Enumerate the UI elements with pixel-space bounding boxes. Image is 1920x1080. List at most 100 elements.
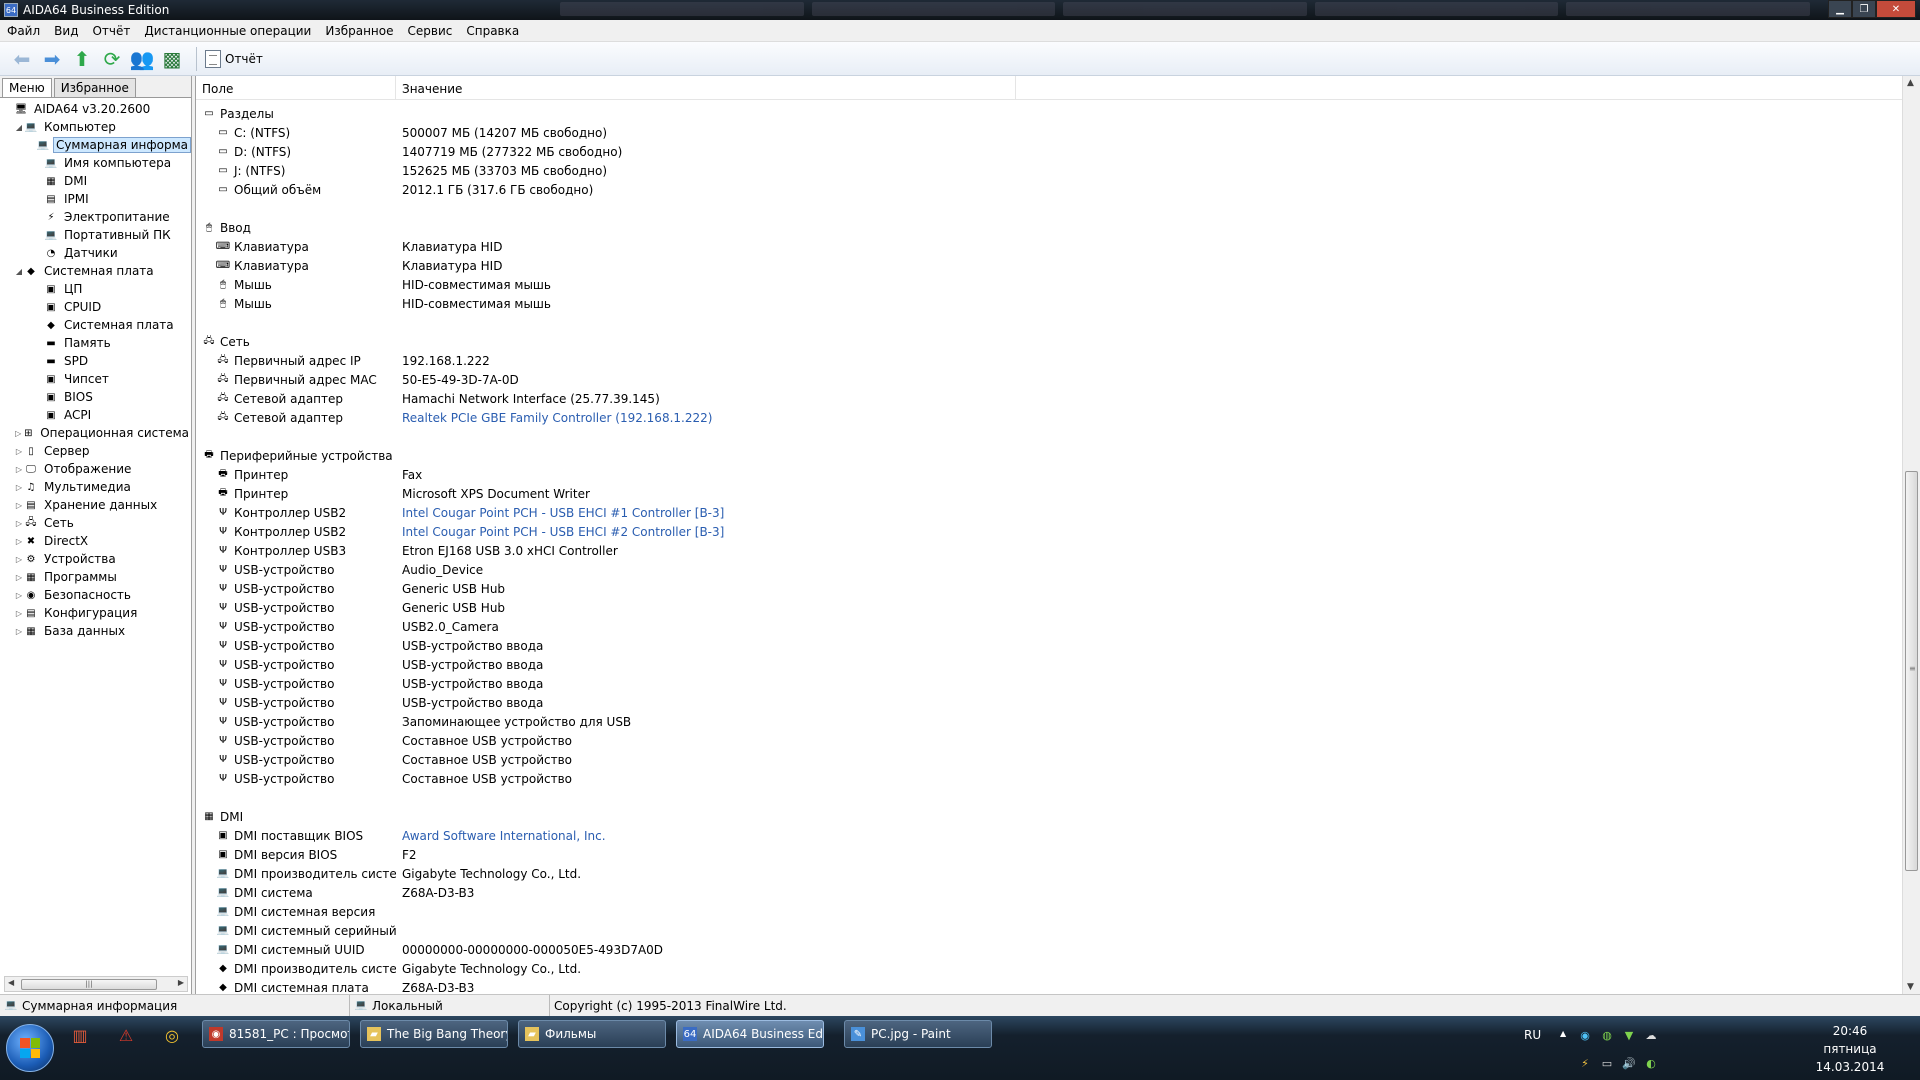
table-row[interactable]: 💻 DMI системный UUID 00000000-00000000-000… [196,940,1902,959]
tree-item[interactable]: ▷ ◉ Безопасность [4,586,191,604]
menu-item[interactable]: Дистанционные операции [137,24,318,38]
power-tray-icon[interactable]: ⚡ [1578,1056,1592,1070]
taskbar-button[interactable]: ▰ The Big Bang Theory... [360,1020,508,1048]
acrobat-icon[interactable]: ⚠ [104,1022,148,1048]
table-row[interactable]: ▭ C: (NTFS) 500007 МБ (14207 МБ свободно) [196,123,1902,142]
table-row[interactable]: 💻 DMI производитель системы Gigabyte Techn… [196,864,1902,883]
volume-icon[interactable]: 🔊 [1622,1056,1636,1070]
menu-item[interactable]: Файл [0,24,47,38]
utorrent-tray-icon[interactable]: ◍ [1600,1028,1614,1042]
tree-item[interactable]: 🖥 AIDA64 v3.20.2600 [4,100,191,118]
table-row[interactable]: 🖶 Принтер Fax [196,465,1902,484]
tree-item[interactable]: ▷ ▦ База данных [4,622,191,640]
table-row[interactable]: ▭ Общий объём 2012.1 ГБ (317.6 ГБ свободно… [196,180,1902,199]
table-row[interactable]: 💻 DMI системная версия [196,902,1902,921]
table-row[interactable]: 🖱 Мышь HID-совместимая мышь [196,294,1902,313]
minimize-button[interactable]: ▁ [1828,0,1852,18]
scroll-down-icon[interactable]: ▼ [1907,982,1914,992]
tab-menu[interactable]: Меню [2,78,52,97]
tree-item[interactable]: ▬ SPD [4,352,191,370]
expand-arrow-icon[interactable]: ◢ [14,123,24,132]
table-row[interactable]: Ψ USB-устройство Generic USB Hub [196,598,1902,617]
taskbar-button[interactable]: ◉ 81581_PC : Просмот... [202,1020,350,1048]
monitor-icon[interactable]: ▩ [158,45,186,73]
security-tray-icon[interactable]: ◐ [1644,1056,1658,1070]
chrome-icon[interactable]: ◎ [150,1022,194,1048]
close-button[interactable]: ✕ [1876,0,1916,18]
table-row[interactable]: Ψ USB-устройство USB-устройство ввода [196,655,1902,674]
table-row[interactable]: ⌨ Клавиатура Клавиатура HID [196,256,1902,275]
back-arrow-icon[interactable]: ⬅ [8,45,36,73]
table-row[interactable]: Ψ USB-устройство Составное USB устройство [196,731,1902,750]
menu-item[interactable]: Сервис [401,24,460,38]
menu-item[interactable]: Отчёт [85,24,137,38]
table-row[interactable]: Ψ USB-устройство USB-устройство ввода [196,674,1902,693]
maximize-button[interactable]: ❐ [1852,0,1876,18]
expand-arrow-icon[interactable]: ▷ [14,555,24,564]
tree-item[interactable]: ◔ Датчики [4,244,191,262]
taskbar-button[interactable]: ▰ Фильмы [518,1020,666,1048]
users-icon[interactable]: 👥 [128,45,156,73]
tree-item[interactable]: 💻 Портативный ПК [4,226,191,244]
column-value[interactable]: Значение [396,76,1016,99]
table-row[interactable]: Ψ USB-устройство USB-устройство ввода [196,636,1902,655]
table-row[interactable]: Ψ USB-устройство Generic USB Hub [196,579,1902,598]
tree-item[interactable]: ▬ Память [4,334,191,352]
table-row[interactable]: Ψ USB-устройство USB2.0_Camera [196,617,1902,636]
tree-item[interactable]: ▷ 🖧 Сеть [4,514,191,532]
taskbar-button[interactable]: ✎ PC.jpg - Paint [844,1020,992,1048]
expand-arrow-icon[interactable]: ▷ [14,573,24,582]
scroll-up-icon[interactable]: ▲ [1907,78,1914,88]
table-row[interactable]: ▣ DMI версия BIOS F2 [196,845,1902,864]
table-row[interactable]: Ψ USB-устройство Составное USB устройство [196,769,1902,788]
expand-arrow-icon[interactable]: ▷ [14,519,24,528]
tree-item[interactable]: ◢ ◆ Системная плата [4,262,191,280]
tree-item[interactable]: ◆ Системная плата [4,316,191,334]
scroll-thumb[interactable]: ||| [21,979,157,990]
menu-item[interactable]: Справка [459,24,526,38]
table-row[interactable]: Ψ USB-устройство Audio_Device [196,560,1902,579]
section-header[interactable]: ▭ Разделы [196,104,1902,123]
table-row[interactable]: 🖶 Принтер Microsoft XPS Document Writer [196,484,1902,503]
scroll-right-icon[interactable]: ▶ [178,978,184,987]
table-row[interactable]: 🖧 Сетевой адаптер Realtek PCIe GBE Family … [196,408,1902,427]
table-row[interactable]: ▭ J: (NTFS) 152625 МБ (33703 МБ свободно) [196,161,1902,180]
tree-item[interactable]: ▷ ▤ Конфигурация [4,604,191,622]
update-tray-icon[interactable]: ▼ [1622,1028,1636,1042]
expand-arrow-icon[interactable]: ▷ [14,465,24,474]
table-row[interactable]: 🖱 Мышь HID-совместимая мышь [196,275,1902,294]
up-arrow-icon[interactable]: ⬆ [68,45,96,73]
table-row[interactable]: Ψ USB-устройство Составное USB устройство [196,750,1902,769]
table-row[interactable]: 💻 DMI системный серийный ... [196,921,1902,940]
section-header[interactable]: 🖱 Ввод [196,218,1902,237]
report-button[interactable]: Отчёт [205,49,263,68]
tab-favorites[interactable]: Избранное [53,78,136,97]
start-button[interactable] [6,1024,54,1072]
tree-item[interactable]: ⚡ Электропитание [4,208,191,226]
clock[interactable]: 20:46 пятница 14.03.2014 [1810,1022,1890,1076]
table-row[interactable]: 🖧 Первичный адрес MAC 50-E5-49-3D-7A-0D [196,370,1902,389]
table-row[interactable]: ◆ DMI производитель систем... Gigabyte Tec… [196,959,1902,978]
network-tray-icon[interactable]: ◉ [1578,1028,1592,1042]
show-hidden-icons-icon[interactable]: ▲ [1560,1029,1566,1038]
refresh-icon[interactable]: ⟳ [98,45,126,73]
value-link[interactable]: Intel Cougar Point PCH - USB EHCI #2 Con… [396,525,724,539]
scroll-left-icon[interactable]: ◀ [8,978,14,987]
network-connection-icon[interactable]: ▭ [1600,1056,1614,1070]
section-header[interactable]: ▦ DMI [196,807,1902,826]
section-header[interactable]: 🖧 Сеть [196,332,1902,351]
tree-item[interactable]: ▷ ▤ Хранение данных [4,496,191,514]
expand-arrow-icon[interactable]: ▷ [14,483,24,492]
table-row[interactable]: Ψ USB-устройство USB-устройство ввода [196,693,1902,712]
tree-item[interactable]: ▣ CPUID [4,298,191,316]
tree-item[interactable]: 💻 Суммарная информа [4,136,191,154]
tree-horizontal-scrollbar[interactable]: ◀ ||| ▶ [4,976,188,992]
tree-item[interactable]: ▷ ⚙ Устройства [4,550,191,568]
tree-item[interactable]: ▷ ▯ Сервер [4,442,191,460]
pinned-app-icon[interactable]: ▥ [58,1022,102,1048]
table-row[interactable]: 🖧 Сетевой адаптер Hamachi Network Interfac… [196,389,1902,408]
skype-tray-icon[interactable]: ☁ [1644,1028,1658,1042]
tree-item[interactable]: ▷ 🖵 Отображение [4,460,191,478]
tree-item[interactable]: ▣ BIOS [4,388,191,406]
details-vertical-scrollbar[interactable]: ▲ ≡ ▼ [1902,76,1920,994]
